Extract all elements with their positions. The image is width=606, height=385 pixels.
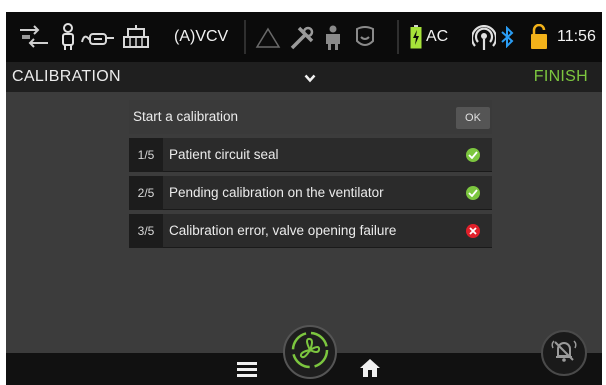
unlock-icon[interactable] <box>529 24 549 50</box>
step-label: Calibration error, valve opening failure <box>169 223 397 238</box>
finish-button[interactable]: FINISH <box>534 68 588 86</box>
calibration-panel: Start a calibration OK 1/5 Patient circu… <box>129 100 492 252</box>
error-cross-icon <box>466 224 480 238</box>
calibration-step-row: 2/5 Pending calibration on the ventilato… <box>129 176 492 210</box>
success-check-icon <box>466 186 480 200</box>
ventilation-mode-icon[interactable] <box>18 25 50 49</box>
person-ventilator-icon[interactable] <box>323 25 343 51</box>
ok-button[interactable]: OK <box>456 107 490 129</box>
divider <box>244 20 246 54</box>
circuit-icon[interactable] <box>80 28 116 46</box>
clock: 11:56 <box>557 28 596 45</box>
power-source-label: AC <box>426 28 449 45</box>
page-title: CALIBRATION <box>12 68 121 85</box>
alarm-triangle-icon[interactable] <box>255 27 281 49</box>
start-calibration-label: Start a calibration <box>133 109 239 124</box>
tools-icon[interactable] <box>289 25 315 51</box>
calibration-step-row: 1/5 Patient circuit seal <box>129 138 492 172</box>
battery-icon <box>410 25 422 49</box>
ventilation-mode[interactable]: (A)VCV <box>174 28 228 46</box>
step-index: 3/5 <box>129 214 163 248</box>
status-bar: (A)VCV AC 11:56 <box>6 12 602 62</box>
face-mask-icon[interactable] <box>353 25 377 51</box>
title-bar: CALIBRATION FINISH <box>6 62 602 92</box>
screen: (A)VCV AC 11:56 CALIBRATION FINISH Start… <box>6 12 602 385</box>
chevron-down-icon[interactable] <box>304 70 316 88</box>
alarm-bell-icon <box>549 336 579 371</box>
success-check-icon <box>466 148 480 162</box>
calibration-step-row: 3/5 Calibration error, valve opening fai… <box>129 214 492 248</box>
alarm-button[interactable] <box>541 330 587 376</box>
menu-icon[interactable] <box>237 361 257 382</box>
divider <box>397 20 399 54</box>
bluetooth-icon[interactable] <box>500 26 514 48</box>
fan-button[interactable] <box>283 325 337 379</box>
wifi-signal-icon[interactable] <box>472 25 496 51</box>
humidifier-icon[interactable] <box>122 25 150 49</box>
step-index: 2/5 <box>129 176 163 210</box>
step-label: Patient circuit seal <box>169 147 279 162</box>
patient-icon[interactable] <box>60 23 76 51</box>
step-index: 1/5 <box>129 138 163 172</box>
home-icon[interactable] <box>359 358 381 383</box>
start-calibration-row: Start a calibration OK <box>129 100 492 134</box>
step-label: Pending calibration on the ventilator <box>169 185 384 200</box>
fan-icon <box>290 330 330 375</box>
